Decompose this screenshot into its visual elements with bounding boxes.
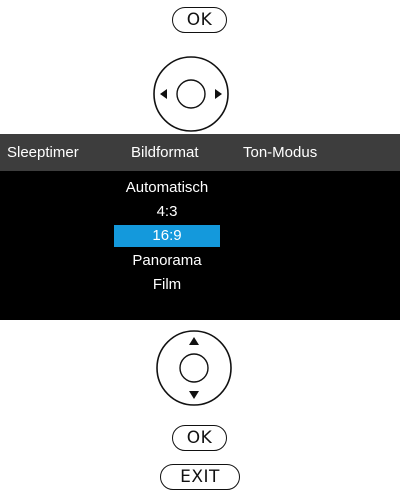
option-film[interactable]: Film xyxy=(114,274,220,296)
tab-sleeptimer[interactable]: Sleeptimer xyxy=(7,144,79,161)
tab-ton-modus[interactable]: Ton-Modus xyxy=(243,144,317,161)
ok-button-label: OK xyxy=(186,428,213,448)
dpad-left-right[interactable] xyxy=(151,55,231,133)
ok-button-bottom[interactable]: OK xyxy=(172,425,227,451)
tv-osd-menu: Sleeptimer Bildformat Ton-Modus Automati… xyxy=(0,134,400,320)
option-16-9[interactable]: 16:9 xyxy=(114,225,220,247)
exit-button-label: EXIT xyxy=(180,467,220,487)
ok-button-label: OK xyxy=(186,10,213,30)
option-automatisch[interactable]: Automatisch xyxy=(114,177,220,199)
ok-button-top[interactable]: OK xyxy=(172,7,227,33)
dpad-up-down-icon xyxy=(156,330,232,406)
dpad-left-right-icon xyxy=(153,56,229,132)
tab-bildformat[interactable]: Bildformat xyxy=(131,144,199,161)
menu-bar: Sleeptimer Bildformat Ton-Modus xyxy=(0,134,400,171)
option-4-3[interactable]: 4:3 xyxy=(114,201,220,223)
dpad-up-down[interactable] xyxy=(155,327,233,409)
exit-button[interactable]: EXIT xyxy=(160,464,240,490)
option-panorama[interactable]: Panorama xyxy=(114,250,220,272)
